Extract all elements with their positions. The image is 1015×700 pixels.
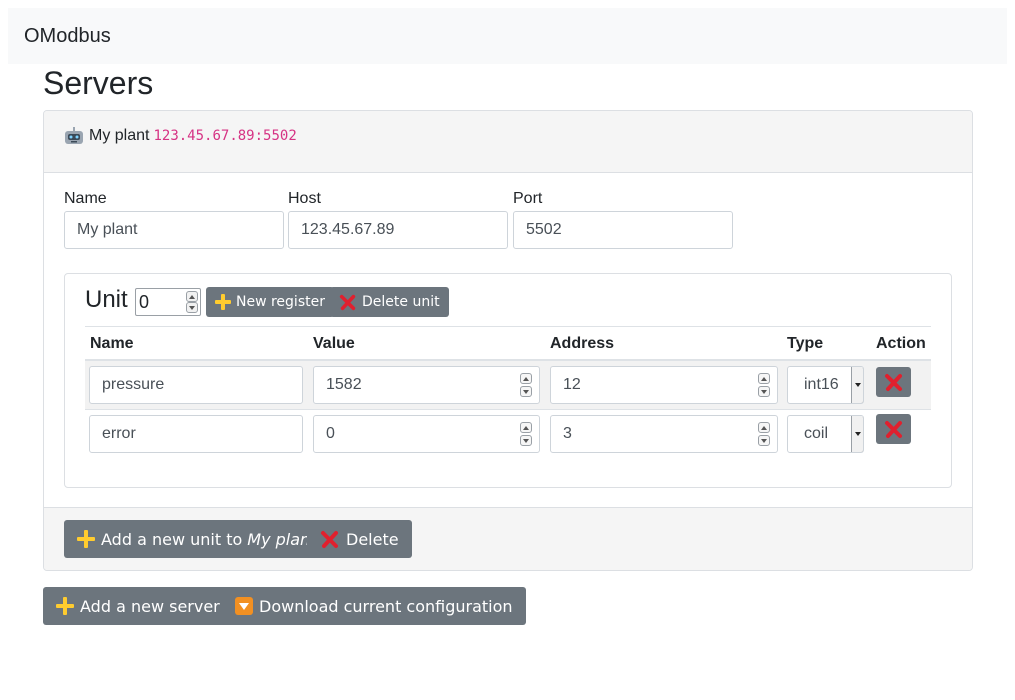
cross-mark-icon: [320, 529, 340, 549]
register-value-text: 0: [326, 425, 335, 442]
page-title: Servers: [43, 65, 154, 101]
table-row: error 0 3 coil: [85, 410, 931, 459]
register-address-text: 3: [563, 425, 572, 442]
add-server-button[interactable]: Add a new server: [43, 587, 233, 625]
chevron-down-icon[interactable]: [851, 367, 863, 403]
value-spinner[interactable]: [520, 373, 532, 397]
new-register-button[interactable]: New register: [206, 287, 334, 317]
host-label: Host: [288, 190, 321, 207]
register-name-input[interactable]: pressure: [89, 366, 303, 404]
cross-mark-icon: [339, 293, 357, 311]
registers-table-header: Name Value Address Type Action: [85, 326, 931, 361]
delete-server-button[interactable]: Delete: [307, 520, 412, 558]
chevron-down-icon[interactable]: [851, 416, 863, 452]
register-address-input[interactable]: 3: [550, 415, 778, 453]
value-spinner[interactable]: [520, 422, 532, 446]
delete-server-label: Delete: [346, 529, 399, 549]
unit-panel: Unit 0 New register Delete unit Name Val…: [64, 273, 952, 488]
address-spinner[interactable]: [758, 373, 770, 397]
unit-number-value: 0: [139, 292, 150, 312]
name-label: Name: [64, 190, 107, 207]
add-server-label: Add a new server: [80, 596, 220, 616]
delete-register-button[interactable]: [876, 414, 911, 444]
cross-mark-icon: [884, 372, 904, 392]
register-name-input[interactable]: error: [89, 415, 303, 453]
register-type-value: coil: [804, 425, 829, 442]
plus-icon: [56, 597, 74, 615]
new-register-label: New register: [236, 294, 325, 310]
register-address-text: 12: [563, 376, 581, 393]
download-config-button[interactable]: Download current configuration: [222, 587, 526, 625]
col-action: Action: [876, 335, 926, 352]
server-card: My plant 123.45.67.89:5502 Name My plant…: [43, 110, 973, 571]
unit-title: Unit: [85, 286, 128, 313]
address-spinner[interactable]: [758, 422, 770, 446]
register-type-select[interactable]: int16: [787, 366, 864, 404]
add-unit-prefix: Add a new unit to: [101, 529, 243, 549]
server-host-code: 123.45.67.89:5502: [153, 128, 297, 144]
spin-up-icon[interactable]: [186, 291, 198, 302]
col-name: Name: [90, 335, 134, 352]
col-address: Address: [550, 335, 615, 352]
server-host-input[interactable]: 123.45.67.89: [288, 211, 508, 249]
add-unit-button[interactable]: Add a new unit to My plant: [64, 520, 330, 558]
delete-register-button[interactable]: [876, 367, 911, 397]
down-arrow-button-icon: [235, 597, 253, 615]
download-config-label: Download current configuration: [259, 596, 513, 616]
table-row: pressure 1582 12 int16: [85, 361, 931, 410]
register-value-text: 1582: [326, 376, 362, 393]
server-port-input[interactable]: 5502: [513, 211, 733, 249]
plus-icon: [215, 294, 231, 310]
unit-number-spinner[interactable]: [186, 291, 198, 313]
server-card-footer: Add a new unit to My plant Delete: [44, 507, 972, 570]
app-brand[interactable]: OModbus: [24, 25, 111, 48]
register-type-select[interactable]: coil: [787, 415, 864, 453]
robot-icon: [65, 127, 83, 144]
register-address-input[interactable]: 12: [550, 366, 778, 404]
server-card-header: My plant 123.45.67.89:5502: [44, 111, 972, 173]
unit-number-input[interactable]: 0: [135, 288, 201, 316]
navbar: OModbus: [8, 8, 1007, 64]
register-value-input[interactable]: 0: [313, 415, 540, 453]
delete-unit-button[interactable]: Delete unit: [330, 287, 449, 317]
plus-icon: [77, 530, 95, 548]
register-type-value: int16: [804, 376, 839, 393]
server-name-heading: My plant: [89, 127, 150, 144]
server-name-input[interactable]: My plant: [64, 211, 284, 249]
delete-unit-label: Delete unit: [362, 294, 440, 310]
port-label: Port: [513, 190, 543, 207]
cross-mark-icon: [884, 419, 904, 439]
spin-down-icon[interactable]: [186, 302, 198, 313]
col-value: Value: [313, 335, 355, 352]
col-type: Type: [787, 335, 824, 352]
register-value-input[interactable]: 1582: [313, 366, 540, 404]
